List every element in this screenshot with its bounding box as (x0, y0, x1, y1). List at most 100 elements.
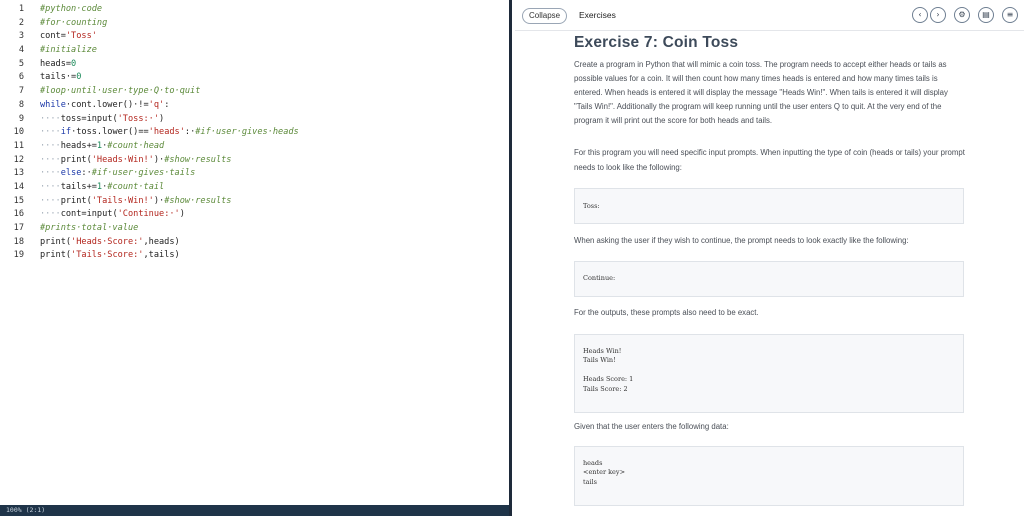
code-token: )· (153, 195, 165, 206)
code-token: #count·tail (107, 181, 165, 192)
example-line (583, 366, 955, 376)
code-line[interactable]: 5 heads=0 (0, 58, 509, 72)
exercise-title: Exercise 7: Coin Toss (574, 34, 739, 51)
input-prompt-instructions: For this program you will need specific … (574, 148, 965, 172)
code-editor[interactable]: 1 #python·code 2 #for·counting 3 cont='Toss' 4… (0, 0, 512, 516)
line-number: 15 (13, 195, 24, 206)
code-token: ·toss.lower()== (71, 127, 149, 138)
code-token: 'Continue:·' (117, 209, 180, 220)
line-number: 6 (18, 72, 24, 83)
code-token: #count·head (107, 140, 165, 151)
code-token: print( (40, 236, 72, 247)
code-line[interactable]: 12 ····print('Heads·Win!')·#show·results (0, 154, 509, 168)
collapse-button[interactable]: Collapse (522, 8, 568, 24)
line-number: 3 (18, 31, 24, 42)
chevron-left-icon[interactable]: ‹ (912, 7, 928, 23)
line-number: 18 (13, 236, 24, 247)
example-line: Tails Win! (583, 356, 616, 365)
code-line[interactable]: 2 #for·counting (0, 17, 509, 31)
code-line[interactable]: 11 ····heads+=1·#count·head (0, 140, 509, 154)
code-line[interactable]: 8 while·cont.lower()·!='q': (0, 99, 509, 113)
line-number: 19 (13, 250, 24, 261)
panel-toolbar: Collapse Exercises ‹ › ⚙ ▤ ≡ (515, 0, 1024, 31)
line-number: 17 (13, 223, 24, 233)
code-token: print( (60, 195, 92, 206)
toss-prompt-example: Toss: (574, 187, 964, 224)
code-token: #loop·until·user·type·Q·to·quit (40, 86, 201, 97)
code-token: #for·counting (40, 17, 108, 28)
code-line[interactable]: 9 ····toss=input('Toss:·') (0, 113, 509, 127)
example-line: Continue: (583, 273, 616, 282)
code-token: ···· (40, 181, 61, 192)
code-token: else (60, 168, 82, 179)
exercise-content: Exercise 7: Coin Toss Create a program i… (574, 34, 966, 506)
continue-prompt-example: Continue: (574, 260, 964, 297)
code-token: 'heads' (148, 127, 185, 138)
code-token: 0 (71, 58, 77, 69)
code-line[interactable]: 10 ····if·toss.lower()=='heads':·#if·user… (0, 126, 509, 140)
line-number: 9 (18, 113, 24, 124)
code-line[interactable]: 15 ····print('Tails·Win!')·#show·results (0, 195, 509, 209)
code-line[interactable]: 3 cont='Toss' (0, 30, 509, 44)
book-icon[interactable]: ▤ (978, 7, 994, 23)
code-line[interactable]: 1 #python·code (0, 3, 509, 17)
example-line: tails (583, 477, 597, 486)
example-line: heads (583, 458, 603, 467)
code-line[interactable]: 19 print('Tails·Score:',tails) (0, 249, 509, 263)
code-token: ···· (40, 168, 61, 179)
code-token: heads= (40, 58, 72, 69)
code-token: 'Heads·Win!' (91, 154, 154, 165)
code-token: 'Tails·Score:' (71, 250, 144, 261)
code-token: ) (179, 209, 185, 220)
line-number: 7 (18, 86, 24, 97)
line-number: 1 (18, 4, 24, 14)
example-line: Heads Score: 1 (583, 375, 634, 384)
code-token: ,heads) (143, 236, 180, 247)
code-token: ,tails) (143, 250, 180, 261)
code-token: tails+= (60, 181, 97, 192)
code-line[interactable]: 4 #initialize (0, 44, 509, 58)
code-token: print( (40, 250, 72, 261)
code-line[interactable]: 18 print('Heads·Score:',heads) (0, 236, 509, 250)
line-number: 16 (13, 209, 24, 220)
example-line: Toss: (583, 201, 600, 210)
code-token: heads+= (60, 140, 97, 151)
code-token: ···· (40, 154, 61, 165)
code-line[interactable]: 13 ····else:·#if·user·gives·tails (0, 167, 509, 181)
line-number: 13 (13, 168, 24, 179)
gear-icon[interactable]: ⚙ (954, 7, 970, 23)
code-token: 'Heads·Score:' (71, 236, 144, 247)
example-line: Heads Win! (583, 346, 622, 355)
code-token: cont=input( (60, 209, 118, 220)
code-area[interactable]: 1 #python·code 2 #for·counting 3 cont='Toss' 4… (0, 3, 509, 263)
output-example: Heads Win! Tails Win! Heads Score: 1 Tails… (574, 333, 964, 413)
code-token: ···· (40, 209, 61, 220)
code-line[interactable]: 7 #loop·until·user·type·Q·to·quit (0, 85, 509, 99)
code-token: #if·user·gives·tails (91, 168, 196, 179)
zoom-position-status: 100% (2:1) (6, 506, 46, 514)
code-token: )· (153, 154, 165, 165)
code-line[interactable]: 16 ····cont=input('Continue:·') (0, 208, 509, 222)
code-token: ···· (40, 127, 61, 138)
code-line[interactable]: 6 tails·=0 (0, 71, 509, 85)
code-token: ···· (40, 113, 61, 124)
code-line[interactable]: 17 #prints·total·value (0, 222, 509, 236)
menu-icon[interactable]: ≡ (1002, 7, 1018, 23)
code-line[interactable]: 14 ····tails+=1·#count·tail (0, 181, 509, 195)
code-token: #show·results (164, 195, 232, 206)
panel-nav-icons: ‹ › ⚙ ▤ ≡ (912, 7, 1018, 23)
example-line: Tails Score: 2 (583, 384, 628, 393)
code-token: if (60, 127, 72, 138)
code-token: 'Toss' (65, 31, 97, 42)
editor-status-bar: 100% (2:1) (0, 505, 509, 516)
exercises-label: Exercises (579, 10, 616, 20)
exercise-description: Create a program in Python that will mim… (574, 60, 948, 126)
code-token: ·cont.lower()·!= (65, 99, 149, 110)
code-token: cont= (40, 31, 66, 42)
line-number: 4 (18, 45, 24, 56)
code-token: while (40, 99, 66, 110)
chevron-right-icon[interactable]: › (930, 7, 946, 23)
line-number: 8 (18, 99, 24, 110)
line-number: 12 (13, 154, 24, 165)
code-token: ···· (40, 195, 61, 206)
